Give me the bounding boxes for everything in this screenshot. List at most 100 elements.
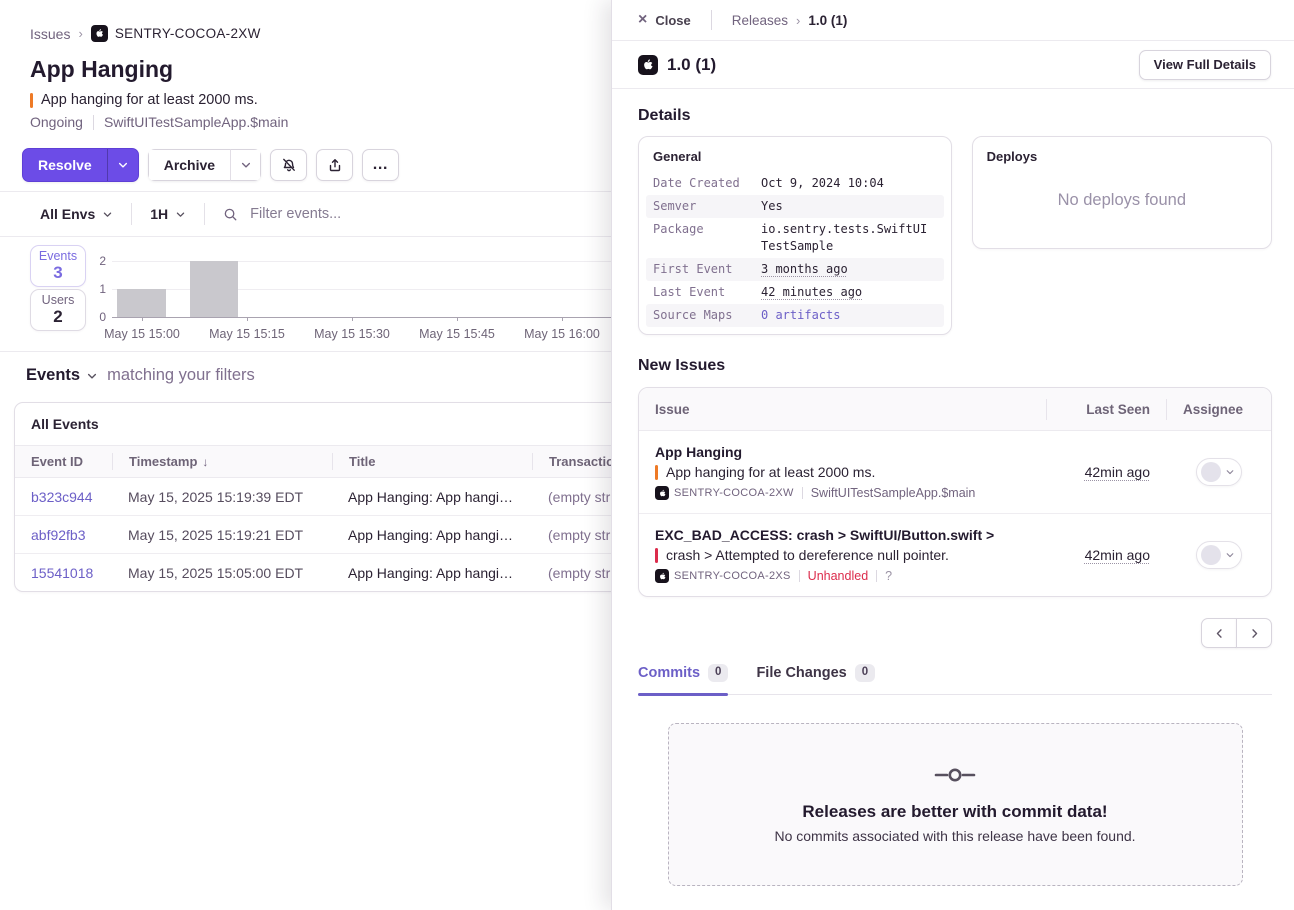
issue-details-page: Issues › SENTRY-COCOA-2XW App Hanging Ap… [0, 0, 611, 910]
new-issues-table: Issue Last Seen Assignee App Hanging App… [638, 387, 1272, 597]
release-title-row: 1.0 (1) View Full Details [612, 41, 1294, 89]
empty-state-message: No commits associated with this release … [774, 828, 1135, 844]
event-timestamp: May 15, 2025 15:19:21 EDT [112, 527, 332, 543]
archive-button[interactable]: Archive [148, 149, 230, 181]
breadcrumb-current: 1.0 (1) [808, 13, 847, 28]
y-axis-tick: 2 [86, 254, 106, 268]
more-actions-button[interactable]: … [362, 149, 399, 181]
ellipsis-icon: … [372, 160, 389, 170]
time-range-selector[interactable]: 1H [150, 206, 186, 222]
x-axis-tick: May 15 15:15 [187, 327, 307, 341]
resolve-button[interactable]: Resolve [23, 149, 107, 181]
new-issues-table-header: Issue Last Seen Assignee [639, 388, 1271, 431]
chevron-right-icon: › [796, 13, 800, 28]
kv-value: Yes [761, 198, 931, 215]
kv-value: Oct 9, 2024 10:04 [761, 175, 931, 192]
deploys-card-title: Deploys [987, 149, 1257, 164]
events-section-header: Events matching your filters [0, 352, 611, 396]
releases-link[interactable]: Releases [732, 13, 788, 28]
event-timestamp: May 15, 2025 15:19:39 EDT [112, 489, 332, 505]
kv-row: Source Maps 0 artifacts [646, 304, 944, 327]
apple-platform-icon [655, 569, 669, 583]
event-bar-chart [112, 261, 611, 317]
issue-substatus: Ongoing [30, 114, 83, 130]
divider [799, 570, 800, 582]
archive-dropdown-button[interactable] [230, 149, 261, 181]
event-row: b323c944 May 15, 2025 15:19:39 EDT App H… [15, 478, 611, 515]
event-title: App Hanging: App hanging for at least 20… [332, 565, 532, 581]
column-issue: Issue [639, 402, 1046, 417]
issue-row[interactable]: App Hanging App hanging for at least 200… [639, 431, 1271, 513]
event-transaction: (empty string) [532, 565, 611, 581]
kv-row: Date Created Oct 9, 2024 10:04 [646, 172, 944, 195]
close-drawer-button[interactable]: × Close [638, 12, 691, 28]
unhandled-tag: Unhandled [808, 569, 868, 583]
kv-key: Source Maps [653, 307, 761, 324]
issue-title-link[interactable]: App Hanging [655, 444, 1030, 460]
events-dataset-selector[interactable]: Events [26, 366, 98, 385]
filter-events-input[interactable] [248, 205, 552, 223]
level-indicator [655, 465, 658, 480]
issue-culprit: App hanging for at least 2000 ms. [30, 92, 611, 108]
column-timestamp[interactable]: Timestamp↓ [112, 453, 332, 470]
share-button[interactable] [316, 149, 353, 181]
commits-empty-state: Releases are better with commit data! No… [668, 723, 1243, 886]
x-axis-tick: May 15 15:45 [397, 327, 517, 341]
view-full-details-button[interactable]: View Full Details [1139, 50, 1271, 80]
mute-button[interactable] [270, 149, 307, 181]
all-events-card: All Events Event ID Timestamp↓ Title Tra… [14, 402, 611, 592]
chart-bar [117, 289, 166, 317]
issue-message: App hanging for at least 2000 ms. [666, 464, 875, 480]
app: Issues › SENTRY-COCOA-2XW App Hanging Ap… [0, 0, 1294, 910]
events-stat-toggle[interactable]: Events 3 [30, 245, 86, 287]
event-row: 15541018 May 15, 2025 15:05:00 EDT App H… [15, 553, 611, 591]
deploys-empty-text: No deploys found [1058, 191, 1186, 210]
event-id-link[interactable]: abf92fb3 [15, 527, 112, 543]
resolve-dropdown-button[interactable] [107, 149, 138, 181]
drawer-tabs: Commits 0 File Changes 0 [638, 664, 1272, 695]
issue-last-seen: 42min ago [1046, 464, 1166, 480]
chevron-down-icon [86, 370, 98, 382]
kv-key: First Event [653, 261, 761, 278]
tab-file-changes[interactable]: File Changes 0 [756, 664, 875, 694]
tab-commits-count: 0 [708, 664, 728, 682]
users-stat-value: 2 [53, 307, 62, 327]
tab-commits[interactable]: Commits 0 [638, 664, 728, 694]
divider [711, 10, 712, 30]
users-stat-toggle[interactable]: Users 2 [30, 289, 86, 331]
help-icon[interactable]: ? [885, 569, 892, 583]
tab-file-changes-label: File Changes [756, 665, 846, 681]
y-axis-tick: 1 [86, 282, 106, 296]
divider [93, 115, 94, 130]
breadcrumb-issues-link[interactable]: Issues [30, 26, 70, 42]
issue-row[interactable]: EXC_BAD_ACCESS: crash > SwiftUI/Button.s… [639, 513, 1271, 596]
kv-value-relative-time: 3 months ago [761, 261, 931, 278]
kv-key: Semver [653, 198, 761, 215]
environment-selector[interactable]: All Envs [40, 206, 113, 222]
chevron-down-icon [1225, 550, 1235, 560]
event-transaction: (empty string) [532, 489, 611, 505]
source-maps-link[interactable]: 0 artifacts [761, 307, 931, 324]
all-events-title: All Events [15, 403, 611, 446]
assignee-dropdown[interactable] [1196, 541, 1242, 569]
divider [204, 203, 205, 225]
pagination [638, 618, 1272, 648]
previous-page-button[interactable] [1201, 618, 1237, 648]
commit-icon [933, 764, 977, 786]
chevron-left-icon [1213, 627, 1226, 640]
close-label: Close [655, 13, 690, 28]
x-axis-tick: May 15 15:00 [82, 327, 202, 341]
issue-project: SENTRY-COCOA-2XS [655, 569, 791, 583]
assignee-dropdown[interactable] [1196, 458, 1242, 486]
kv-key: Last Event [653, 284, 761, 301]
search-icon [223, 207, 238, 222]
next-page-button[interactable] [1236, 618, 1272, 648]
issue-location: SwiftUITestSampleApp.$main [104, 114, 288, 130]
x-axis-tick: May 15 15:30 [292, 327, 412, 341]
chevron-right-icon: › [78, 26, 82, 41]
event-id-link[interactable]: 15541018 [15, 565, 112, 581]
deploys-card: Deploys No deploys found [972, 136, 1272, 249]
event-id-link[interactable]: b323c944 [15, 489, 112, 505]
issue-title-link[interactable]: EXC_BAD_ACCESS: crash > SwiftUI/Button.s… [655, 527, 1030, 543]
release-title: 1.0 (1) [638, 55, 716, 75]
